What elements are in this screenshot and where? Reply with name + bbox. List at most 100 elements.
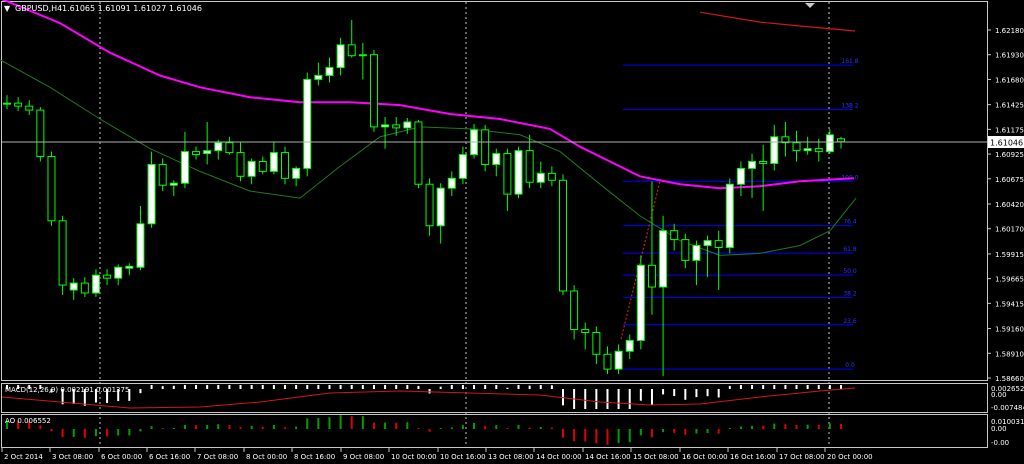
candle-body — [570, 290, 579, 331]
fibo-level-label: 0.0 — [845, 362, 855, 369]
candle-body — [269, 152, 278, 172]
macd-bar — [284, 385, 286, 389]
candle-body — [91, 274, 100, 294]
ao-bar — [384, 422, 387, 429]
ao-bar — [306, 418, 309, 429]
ao-bar — [239, 427, 242, 429]
candle-body — [559, 179, 567, 292]
fibo-level-label: 61.8 — [843, 246, 857, 253]
ao-bar — [684, 429, 687, 435]
candle-body — [303, 78, 312, 169]
time-tick-label: 16 Oct 00:00 — [682, 453, 728, 461]
symbol-label: GBPUSD,H4 — [15, 4, 62, 13]
macd-bar — [239, 385, 242, 389]
ao-bar — [272, 425, 275, 429]
ao-bar — [539, 426, 542, 429]
price-tick-label: 1.59160 — [995, 326, 1024, 334]
candle-body — [614, 350, 623, 370]
trading-chart[interactable]: 161.8138.2100.076.461.850.038.223.60.0 1… — [0, 0, 1024, 464]
candle-body — [681, 239, 690, 261]
fibo-level-label: 138.2 — [841, 103, 858, 110]
price-tick-label: 1.59415 — [995, 300, 1024, 308]
macd-label: MACD(12,26,9) 0.002191 0.001375 — [5, 386, 129, 394]
macd-bar — [461, 385, 464, 389]
price-tick-label: 1.61425 — [995, 102, 1024, 110]
macd-bar — [528, 385, 531, 389]
ao-bar — [495, 425, 498, 429]
ao-bar — [183, 424, 186, 429]
candle-body — [180, 151, 189, 184]
ao-bar — [217, 424, 220, 429]
macd-bar — [840, 385, 842, 389]
candle-body — [425, 183, 434, 227]
macd-bar — [228, 385, 231, 389]
macd-bar — [639, 389, 642, 401]
fibo-level-label: 76.4 — [843, 219, 857, 226]
time-tick-label: 6 Oct 16:00 — [149, 453, 190, 461]
macd-bar — [272, 385, 275, 389]
ao-bar — [150, 426, 153, 429]
candle-body — [158, 163, 167, 186]
macd-bar — [584, 389, 587, 409]
ao-bar — [728, 427, 731, 429]
candle-body — [147, 163, 156, 225]
candle-body — [692, 245, 701, 261]
macd-bar — [150, 385, 153, 389]
time-tick-label: 6 Oct 00:00 — [101, 453, 142, 461]
macd-bar — [350, 385, 353, 389]
ao-bar — [295, 426, 298, 429]
candle-body — [247, 160, 256, 177]
ao-bar — [261, 426, 264, 429]
ao-bar — [784, 424, 787, 429]
price-tick-label: 1.60170 — [995, 226, 1024, 234]
candle-body — [481, 129, 490, 165]
candle-body — [525, 150, 534, 183]
candle-body — [837, 138, 845, 143]
price-tick-label: 1.59915 — [995, 251, 1024, 259]
ao-bar — [372, 422, 375, 429]
candle-body — [114, 266, 123, 279]
fibo-level-label: 38.2 — [843, 290, 857, 297]
candle-body — [581, 329, 590, 334]
candle-body — [592, 332, 601, 355]
candle-body — [725, 183, 734, 249]
time-tick-label: 10 Oct 00:00 — [391, 453, 437, 461]
candle-body — [436, 187, 445, 227]
chart-menu-icon[interactable]: ▼ — [4, 4, 11, 13]
price-tick-label: 1.60675 — [995, 176, 1024, 184]
candle-body — [447, 177, 456, 189]
fibo-level-label: 161.8 — [841, 58, 858, 65]
time-tick-label: 9 Oct 08:00 — [343, 453, 384, 461]
candle-body — [36, 109, 45, 158]
ao-bar — [506, 428, 509, 429]
macd-bar — [195, 385, 198, 389]
macd-bar — [595, 389, 598, 409]
time-tick-label: 16 Oct 16:00 — [730, 453, 776, 461]
ao-bar — [250, 425, 253, 429]
ao-bar — [361, 416, 364, 429]
price-tick-label: 1.60420 — [995, 201, 1024, 209]
macd-bar — [439, 386, 442, 389]
macd-bar — [706, 389, 709, 397]
candle-body — [547, 172, 556, 181]
candle-body — [47, 156, 56, 222]
macd-bar — [406, 385, 409, 389]
candle-body — [358, 54, 367, 57]
macd-bar — [217, 385, 220, 389]
ao-bar — [795, 424, 798, 429]
macd-bar — [617, 389, 620, 409]
ao-bar — [562, 429, 564, 438]
time-tick-label: 10 Oct 16:00 — [440, 453, 486, 461]
candle-body — [514, 150, 523, 195]
candle-body — [136, 223, 145, 268]
ao-bar — [461, 425, 464, 429]
price-tick-label: 1.60925 — [995, 151, 1024, 159]
macd-bar — [762, 385, 765, 389]
ao-bar — [406, 422, 409, 429]
candle-body — [192, 151, 201, 156]
ao-bar — [717, 429, 720, 434]
macd-bar — [550, 385, 553, 389]
macd-bar — [306, 385, 309, 389]
ao-bar — [128, 429, 131, 436]
ao-bar — [606, 429, 609, 445]
